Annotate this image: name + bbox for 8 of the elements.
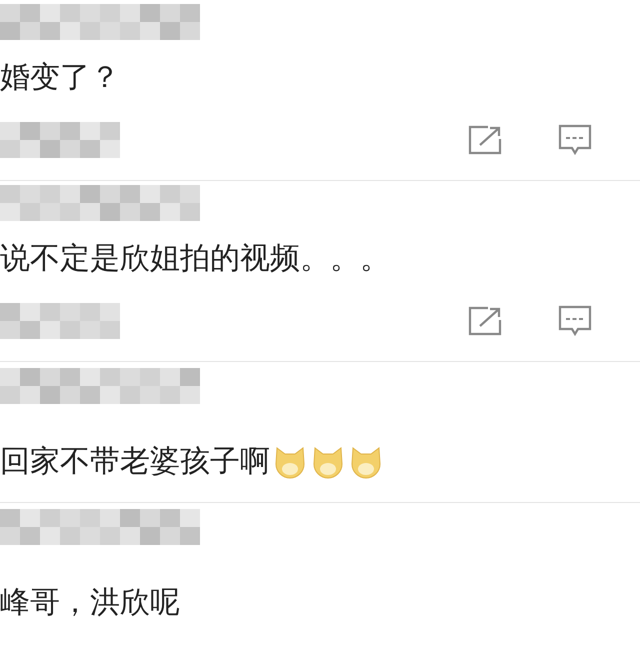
- share-icon[interactable]: [468, 306, 502, 336]
- comment-text: 婚变了？: [0, 59, 120, 97]
- comment-text: 说不定是欣姐拍的视频。。。: [0, 240, 390, 278]
- share-icon[interactable]: [468, 125, 502, 155]
- comment-text: 回家不带老婆孩子啊: [0, 443, 270, 481]
- comment-text: 峰哥，洪欣呢: [0, 584, 180, 622]
- comment-icon[interactable]: [558, 305, 592, 337]
- comment-icon[interactable]: [558, 124, 592, 156]
